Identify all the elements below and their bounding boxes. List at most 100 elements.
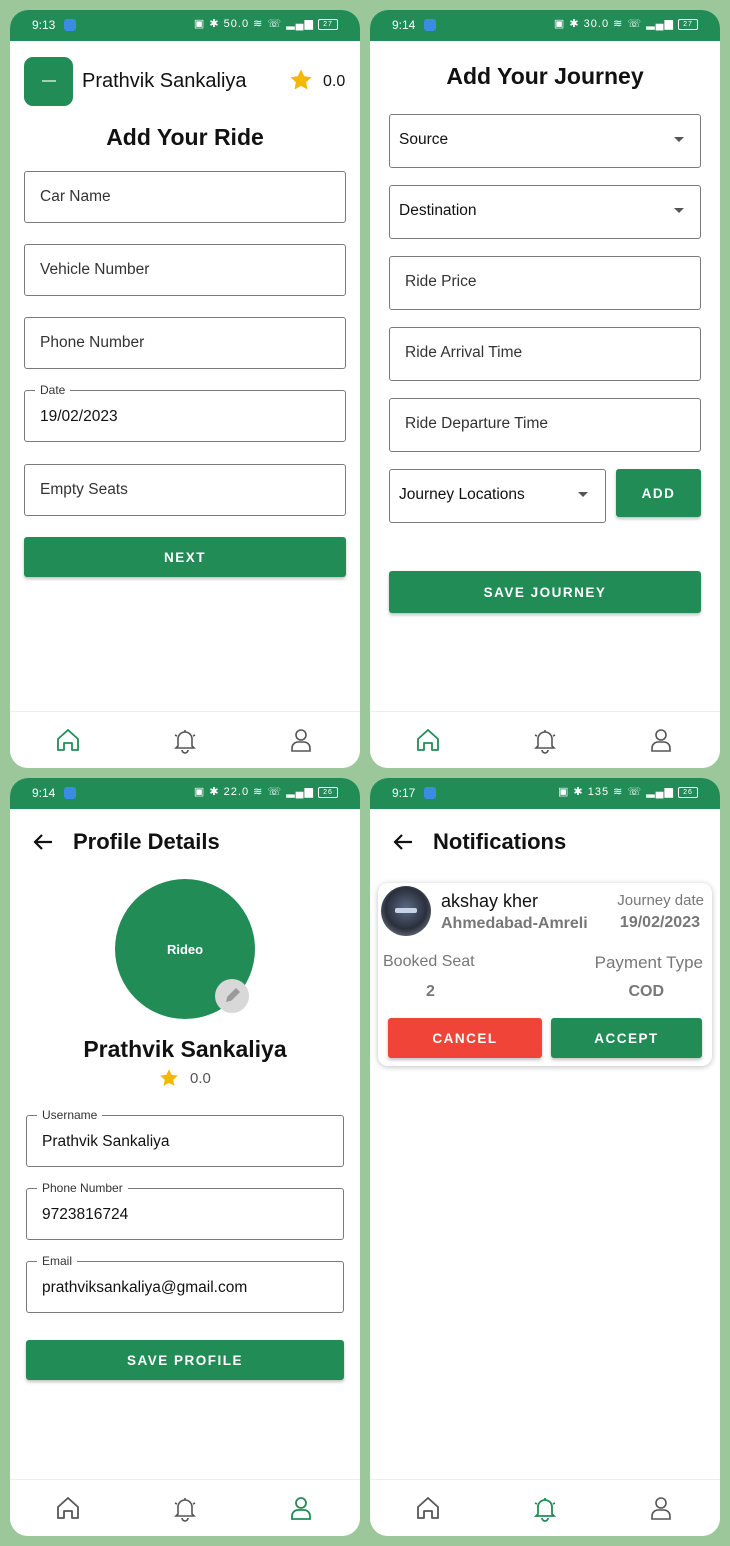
bottom-nav: [370, 1479, 720, 1536]
phone-number-field[interactable]: Phone Number 9723816724: [26, 1181, 344, 1240]
email-label: Email: [37, 1254, 78, 1268]
email-field[interactable]: Email prathviksankaliya@gmail.com: [26, 1254, 344, 1313]
departure-time-field[interactable]: Ride Departure Time: [389, 398, 701, 452]
ride-price-field[interactable]: Ride Price: [389, 256, 701, 310]
bottom-nav: [10, 1479, 360, 1536]
battery-icon: 27: [678, 18, 698, 30]
vehicle-number-placeholder: Vehicle Number: [40, 261, 150, 278]
status-time: 9:14: [32, 786, 56, 800]
app-notification-icon: [424, 19, 436, 31]
screen-notifications: 9:17 ▣ ✱ 135 ≋ ☏ ▂▄▆ 26 Notifications ak…: [370, 778, 720, 1536]
phone-number-label: Phone Number: [37, 1181, 128, 1195]
source-label: Source: [399, 131, 449, 148]
star-icon: [289, 68, 313, 97]
destination-label: Destination: [399, 202, 477, 219]
source-select[interactable]: Source: [389, 114, 701, 168]
accept-button[interactable]: ACCEPT: [551, 1018, 702, 1058]
bell-icon[interactable]: [171, 1494, 199, 1522]
phone-number-value: 9723816724: [42, 1206, 129, 1223]
route: Ahmedabad-Amreli: [441, 915, 588, 932]
screen-add-ride: 9:13 ▣ ✱ 50.0 ≋ ☏ ▂▄▆ 27 Prathvik Sankal…: [10, 10, 360, 768]
bell-icon[interactable]: [171, 726, 199, 754]
car-name-field[interactable]: Car Name: [24, 171, 346, 223]
status-time: 9:17: [392, 786, 416, 800]
app-notification-icon: [64, 19, 76, 31]
system-icons: ▣ ✱ 22.0 ≋ ☏ ▂▄▆ 26: [194, 785, 338, 798]
user-icon[interactable]: [647, 726, 675, 754]
status-time: 9:13: [32, 18, 56, 32]
page-title: Add Your Journey: [446, 63, 644, 89]
bell-icon[interactable]: [531, 726, 559, 754]
car-name-placeholder: Car Name: [40, 188, 111, 205]
empty-seats-field[interactable]: Empty Seats: [24, 464, 346, 516]
avatar-text: Rideo: [166, 941, 204, 957]
chevron-down-icon: [674, 208, 684, 213]
date-field[interactable]: Date 19/02/2023: [24, 383, 346, 442]
journey-locations-select[interactable]: Journey Locations: [389, 469, 606, 523]
home-icon[interactable]: [414, 1494, 442, 1522]
vehicle-number-field[interactable]: Vehicle Number: [24, 244, 346, 296]
app-logo-mark: [42, 80, 56, 82]
rider-avatar: [381, 886, 431, 936]
date-label: Date: [35, 383, 71, 397]
booked-seat-value: 2: [426, 983, 435, 1000]
user-name: Prathvik Sankaliya: [82, 70, 247, 92]
user-icon[interactable]: [287, 726, 315, 754]
home-icon[interactable]: [54, 726, 82, 754]
battery-icon: 26: [318, 786, 338, 798]
profile-name: Prathvik Sankaliya: [83, 1036, 287, 1062]
date-value: 19/02/2023: [40, 408, 118, 425]
back-arrow-icon[interactable]: [32, 831, 54, 853]
network-speed: 135: [587, 786, 610, 798]
bell-icon[interactable]: [531, 1494, 559, 1522]
chevron-down-icon: [674, 137, 684, 142]
payment-type-label: Payment Type: [594, 953, 703, 972]
home-icon[interactable]: [414, 726, 442, 754]
system-icons: ▣ ✱ 50.0 ≋ ☏ ▂▄▆ 27: [194, 17, 338, 30]
status-bar: 9:14 ▣ ✱ 22.0 ≋ ☏ ▂▄▆ 26: [10, 778, 360, 809]
save-profile-button[interactable]: SAVE PROFILE: [26, 1340, 344, 1380]
app-logo: [24, 57, 73, 106]
journey-date: 19/02/2023: [619, 914, 700, 931]
empty-seats-placeholder: Empty Seats: [40, 481, 128, 498]
journey-locations-label: Journey Locations: [399, 486, 525, 503]
edit-avatar-button[interactable]: [215, 979, 249, 1013]
add-location-button[interactable]: ADD: [616, 469, 701, 517]
departure-time-placeholder: Ride Departure Time: [405, 415, 549, 432]
username-field[interactable]: Username Prathvik Sankaliya: [26, 1108, 344, 1167]
user-icon[interactable]: [647, 1494, 675, 1522]
destination-select[interactable]: Destination: [389, 185, 701, 239]
home-icon[interactable]: [54, 1494, 82, 1522]
battery-icon: 27: [318, 18, 338, 30]
back-arrow-icon[interactable]: [392, 831, 414, 853]
journey-date-label: Journey date: [617, 892, 704, 909]
phone-number-placeholder: Phone Number: [40, 334, 145, 351]
screen-profile: 9:14 ▣ ✱ 22.0 ≋ ☏ ▂▄▆ 26 Profile Details…: [10, 778, 360, 1536]
chevron-down-icon: [578, 492, 588, 497]
system-icons: ▣ ✱ 30.0 ≋ ☏ ▂▄▆ 27: [554, 17, 698, 30]
status-time: 9:14: [392, 18, 416, 32]
cancel-button[interactable]: CANCEL: [388, 1018, 542, 1058]
notification-card: akshay kher Ahmedabad-Amreli Journey dat…: [378, 883, 712, 1066]
screen-add-journey: 9:14 ▣ ✱ 30.0 ≋ ☏ ▂▄▆ 27 Add Your Journe…: [370, 10, 720, 768]
status-bar: 9:17 ▣ ✱ 135 ≋ ☏ ▂▄▆ 26: [370, 778, 720, 809]
save-journey-button[interactable]: SAVE JOURNEY: [389, 571, 701, 613]
bottom-nav: [370, 711, 720, 768]
bottom-nav: [10, 711, 360, 768]
phone-number-field[interactable]: Phone Number: [24, 317, 346, 369]
ride-price-placeholder: Ride Price: [405, 273, 477, 290]
next-button[interactable]: NEXT: [24, 537, 346, 577]
network-speed: 50.0: [223, 18, 250, 30]
page-title: Profile Details: [73, 829, 220, 854]
network-speed: 30.0: [583, 18, 610, 30]
page-title: Notifications: [433, 829, 567, 854]
app-notification-icon: [64, 787, 76, 799]
rating-value: 0.0: [323, 73, 346, 90]
user-icon[interactable]: [287, 1494, 315, 1522]
rating-value: 0.0: [190, 1070, 211, 1087]
star-icon: [159, 1068, 179, 1093]
app-notification-icon: [424, 787, 436, 799]
page-title: Add Your Ride: [106, 124, 264, 150]
email-value: prathviksankaliya@gmail.com: [42, 1279, 248, 1296]
arrival-time-field[interactable]: Ride Arrival Time: [389, 327, 701, 381]
